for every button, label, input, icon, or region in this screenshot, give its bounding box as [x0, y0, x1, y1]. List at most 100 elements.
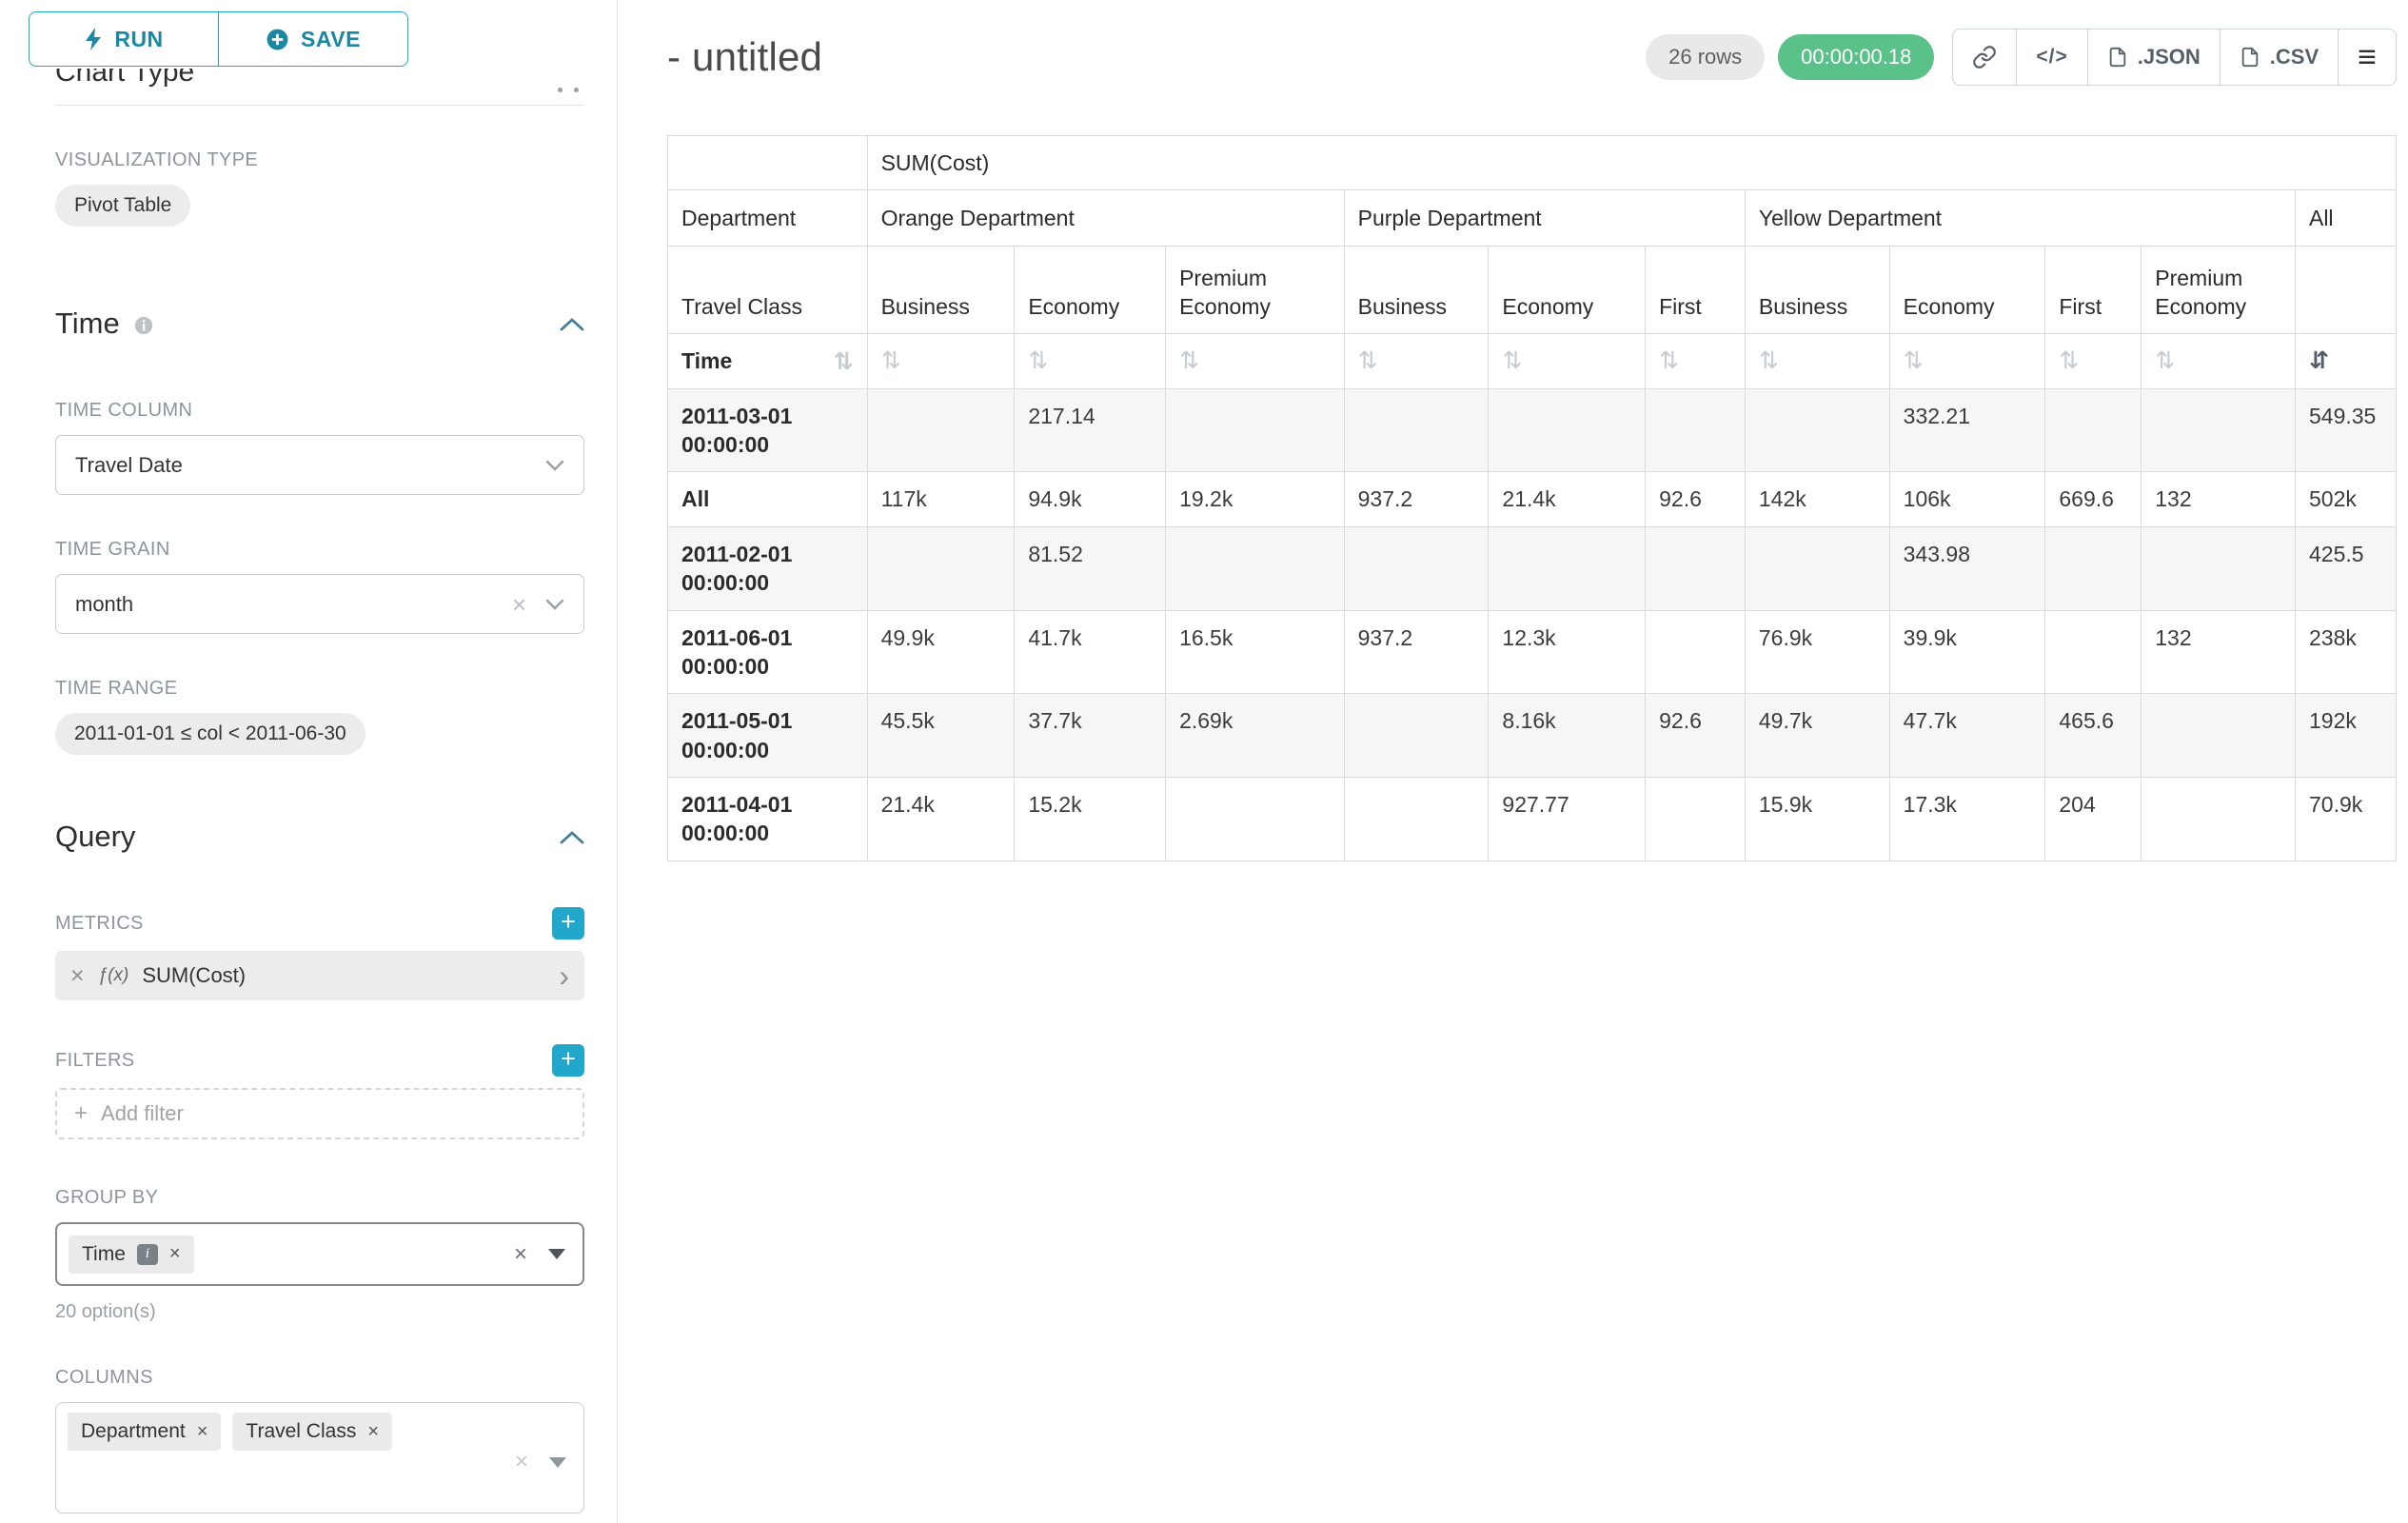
group-by-select[interactable]: Timei × ×: [55, 1222, 584, 1286]
run-save-group: RUN SAVE: [29, 11, 408, 67]
pivot-row-dimension-label: Time⇅: [668, 334, 868, 388]
tag-remove-icon[interactable]: ×: [197, 1421, 208, 1443]
pivot-cell: [1646, 610, 1746, 694]
pivot-row: 2011-03-01 00:00:00217.14332.21549.35: [668, 388, 2397, 472]
pivot-cell: [2045, 388, 2142, 472]
tag-remove-icon[interactable]: ×: [367, 1421, 379, 1443]
columns-select[interactable]: Department× Travel Class× ×: [55, 1402, 584, 1513]
pivot-cell: [1745, 526, 1889, 610]
time-grain-control: TIME GRAIN month ×: [55, 539, 584, 634]
clear-icon[interactable]: ×: [512, 592, 526, 617]
pivot-cell: 12.3k: [1489, 610, 1646, 694]
metrics-control: METRICS + × ƒ(x) SUM(Cost) ›: [55, 907, 584, 1000]
run-label: RUN: [114, 27, 163, 52]
pivot-cell: [1344, 694, 1489, 778]
pivot-cell: [2142, 777, 2296, 860]
fx-icon: ƒ(x): [98, 965, 129, 986]
sort-icon[interactable]: ⇅: [834, 349, 854, 373]
sort-descending-icon[interactable]: ⇵: [2309, 346, 2329, 374]
pivot-sort-cell: ⇅: [2045, 334, 2142, 388]
sort-icon[interactable]: ⇅: [1179, 346, 1199, 374]
chart-type-section: Chart Type: [55, 69, 584, 97]
pivot-cell: 81.52: [1015, 526, 1166, 610]
value-tag[interactable]: Timei ×: [69, 1236, 194, 1274]
pivot-cell: 343.98: [1889, 526, 2045, 610]
pivot-subcol-dimension-label: Travel Class: [668, 247, 868, 334]
pivot-cell: 669.6: [2045, 472, 2142, 526]
value-tag[interactable]: Department×: [68, 1413, 221, 1451]
group-by-options-hint: 20 option(s): [55, 1301, 584, 1323]
divider: [55, 105, 584, 106]
group-by-label: GROUP BY: [55, 1187, 584, 1209]
save-button[interactable]: SAVE: [218, 11, 408, 67]
share-link-button[interactable]: [1952, 29, 2017, 86]
pivot-cell: [1489, 388, 1646, 472]
run-button[interactable]: RUN: [29, 11, 219, 67]
sort-icon[interactable]: ⇅: [1759, 346, 1779, 374]
time-section-header: Time: [55, 307, 584, 341]
pivot-cell: 17.3k: [1889, 777, 2045, 860]
pivot-cell: 49.7k: [1745, 694, 1889, 778]
pivot-cell: 47.7k: [1889, 694, 2045, 778]
filters-control: FILTERS + + Add filter: [55, 1044, 584, 1139]
pivot-row-header: 2011-05-01 00:00:00: [668, 694, 868, 778]
sort-icon[interactable]: ⇅: [2155, 346, 2175, 374]
clear-icon[interactable]: ×: [514, 1243, 527, 1266]
pivot-cell: [867, 388, 1015, 472]
pivot-class-header: Business: [867, 247, 1015, 334]
pivot-cell: 132: [2142, 610, 2296, 694]
time-range-label: TIME RANGE: [55, 678, 584, 700]
tag-info-icon[interactable]: i: [137, 1244, 158, 1265]
select-value: Travel Date: [75, 453, 183, 478]
tag-remove-icon[interactable]: ×: [169, 1243, 181, 1265]
time-range-value[interactable]: 2011-01-01 ≤ col < 2011-06-30: [55, 713, 365, 755]
sort-icon[interactable]: ⇅: [1659, 346, 1679, 374]
sort-icon[interactable]: ⇅: [1028, 346, 1048, 374]
sort-icon[interactable]: ⇅: [2059, 346, 2079, 374]
pivot-cell: [1344, 526, 1489, 610]
add-filter-box[interactable]: + Add filter: [55, 1088, 584, 1139]
pivot-sort-cell: ⇵: [2295, 334, 2396, 388]
pivot-row: 2011-06-01 00:00:0049.9k41.7k16.5k937.21…: [668, 610, 2397, 694]
sort-icon[interactable]: ⇅: [1502, 346, 1522, 374]
plus-icon: +: [74, 1100, 88, 1127]
pivot-cell: 37.7k: [1015, 694, 1166, 778]
pivot-cell: [2045, 526, 2142, 610]
export-json-button[interactable]: .JSON: [2087, 29, 2220, 86]
chart-title: - untitled: [667, 34, 822, 80]
chevron-right-icon[interactable]: ›: [559, 960, 569, 991]
pivot-cell: 465.6: [2045, 694, 2142, 778]
columns-control: COLUMNS Department×Travel Class× × 19 op…: [55, 1367, 584, 1523]
time-column-select[interactable]: Travel Date: [55, 435, 584, 495]
value-tag[interactable]: Travel Class×: [232, 1413, 392, 1451]
pivot-cell: [1166, 526, 1345, 610]
collapse-chevron-clipped-icon[interactable]: [558, 88, 579, 92]
clear-icon[interactable]: ×: [515, 1451, 528, 1474]
sort-icon[interactable]: ⇅: [1904, 346, 1924, 374]
row-count-badge: 26 rows: [1646, 34, 1765, 80]
add-filter-plus-button[interactable]: +: [552, 1044, 584, 1077]
visualization-type-value[interactable]: Pivot Table: [55, 185, 190, 227]
time-grain-select[interactable]: month ×: [55, 574, 584, 634]
tag-label: Time: [82, 1243, 126, 1266]
chevron-up-icon[interactable]: [560, 317, 584, 331]
add-metric-button[interactable]: +: [552, 907, 584, 940]
export-csv-button[interactable]: .CSV: [2220, 29, 2339, 86]
embed-code-button[interactable]: </>: [2016, 29, 2087, 86]
remove-metric-icon[interactable]: ×: [70, 962, 85, 990]
sort-icon[interactable]: ⇅: [1358, 346, 1378, 374]
menu-button[interactable]: ≡: [2338, 29, 2397, 86]
pivot-sort-cell: ⇅: [1015, 334, 1166, 388]
columns-tags: Department× Travel Class×: [68, 1413, 392, 1451]
pivot-cell: 117k: [867, 472, 1015, 526]
sort-icon[interactable]: ⇅: [881, 346, 901, 374]
pivot-class-header: Premium Economy: [1166, 247, 1345, 334]
chevron-up-icon[interactable]: [560, 830, 584, 844]
pivot-cell: [1166, 388, 1345, 472]
metric-label: SUM(Cost): [142, 963, 246, 988]
pivot-cell: 92.6: [1646, 694, 1746, 778]
metric-item[interactable]: × ƒ(x) SUM(Cost) ›: [55, 951, 584, 1000]
pivot-cell: 21.4k: [867, 777, 1015, 860]
pivot-cell: 132: [2142, 472, 2296, 526]
caret-down-icon: [545, 599, 564, 610]
